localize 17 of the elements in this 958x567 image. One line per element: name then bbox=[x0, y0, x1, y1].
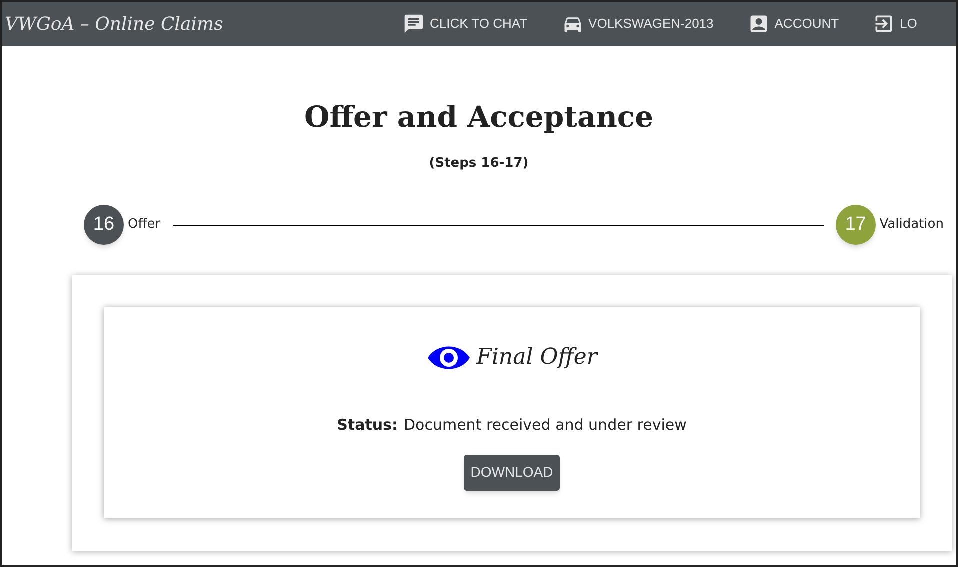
step-number: 16 bbox=[84, 205, 124, 245]
app-title: VWGoA – Online Claims bbox=[5, 12, 224, 36]
status-label: Status: bbox=[337, 415, 398, 436]
card-title: Final Offer bbox=[476, 344, 598, 372]
page-title: Offer and Acceptance bbox=[304, 99, 654, 136]
nav-link[interactable]: ACCOUNT bbox=[748, 13, 840, 35]
logout-icon bbox=[873, 13, 896, 35]
page-subtitle: (Steps 16-17) bbox=[429, 154, 529, 172]
nav-link[interactable]: CLICK TO CHAT bbox=[403, 13, 528, 35]
nav-link[interactable]: VOLKSWAGEN-2013 bbox=[562, 13, 714, 35]
chat-icon bbox=[403, 13, 425, 35]
nav-link[interactable]: LO bbox=[873, 13, 918, 35]
step-label: Offer bbox=[128, 216, 161, 234]
download-button[interactable]: DOWNLOAD bbox=[464, 454, 560, 490]
status-value: Document received and under review bbox=[404, 415, 687, 436]
step-number: 17 bbox=[836, 205, 876, 245]
step-label: Validation bbox=[880, 216, 944, 234]
